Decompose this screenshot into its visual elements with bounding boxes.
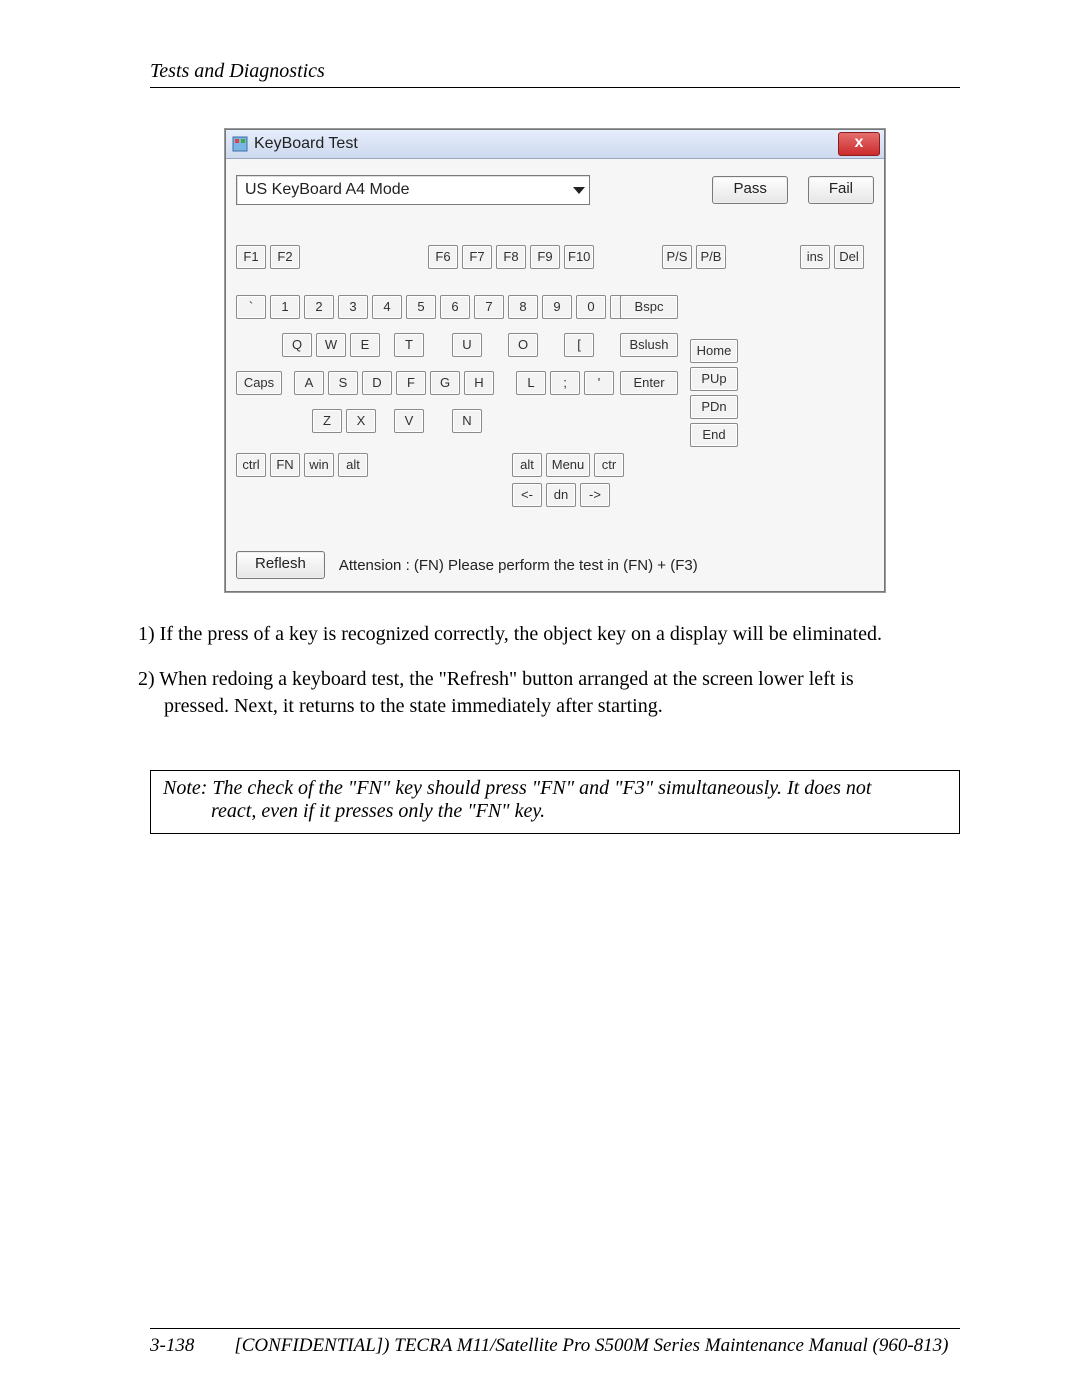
- keyboard-mode-select[interactable]: US KeyBoard A4 Mode: [236, 175, 590, 205]
- key-f6[interactable]: F6: [428, 245, 458, 269]
- section-header: Tests and Diagnostics: [150, 60, 960, 83]
- key-1[interactable]: 1: [270, 295, 300, 319]
- key-f10[interactable]: F10: [564, 245, 594, 269]
- paragraph-2: 2) When redoing a keyboard test, the "Re…: [138, 666, 960, 720]
- page-number: 3-138: [150, 1335, 194, 1357]
- footer-book-title: [CONFIDENTIAL]) TECRA M11/Satellite Pro …: [234, 1335, 948, 1357]
- key-0[interactable]: 0: [576, 295, 606, 319]
- titlebar: KeyBoard Test x: [226, 130, 884, 159]
- key-bspc[interactable]: Bspc: [620, 295, 678, 319]
- key-e[interactable]: E: [350, 333, 380, 357]
- paragraph-1: 1) If the press of a key is recognized c…: [138, 621, 960, 648]
- key-ctrl-left[interactable]: ctrl: [236, 453, 266, 477]
- key-f7[interactable]: F7: [462, 245, 492, 269]
- key-fn[interactable]: FN: [270, 453, 300, 477]
- key-end[interactable]: End: [690, 423, 738, 447]
- key-a[interactable]: A: [294, 371, 324, 395]
- key-win[interactable]: win: [304, 453, 334, 477]
- attention-text: Attension : (FN) Please perform the test…: [339, 557, 698, 574]
- key-right-arrow[interactable]: ->: [580, 483, 610, 507]
- note-line2: react, even if it presses only the "FN" …: [163, 800, 947, 823]
- keyboard-test-window: KeyBoard Test x US KeyBoard A4 Mode Pass…: [225, 129, 885, 592]
- key-f2[interactable]: F2: [270, 245, 300, 269]
- key-enter[interactable]: Enter: [620, 371, 678, 395]
- key-ctrl-right[interactable]: ctr: [594, 453, 624, 477]
- close-button[interactable]: x: [838, 132, 880, 156]
- note-box: Note: The check of the "FN" key should p…: [150, 770, 960, 834]
- key-o[interactable]: O: [508, 333, 538, 357]
- key-q[interactable]: Q: [282, 333, 312, 357]
- key-v[interactable]: V: [394, 409, 424, 433]
- section-rule: [150, 87, 960, 88]
- key-home[interactable]: Home: [690, 339, 738, 363]
- key-d[interactable]: D: [362, 371, 392, 395]
- key-n[interactable]: N: [452, 409, 482, 433]
- key-ins[interactable]: ins: [800, 245, 830, 269]
- key-pb[interactable]: P/B: [696, 245, 726, 269]
- fail-button[interactable]: Fail: [808, 176, 874, 204]
- key-5[interactable]: 5: [406, 295, 436, 319]
- page-footer: 3-138 [CONFIDENTIAL]) TECRA M11/Satellit…: [150, 1328, 960, 1357]
- key-8[interactable]: 8: [508, 295, 538, 319]
- key-f1[interactable]: F1: [236, 245, 266, 269]
- key-alt-left[interactable]: alt: [338, 453, 368, 477]
- key-backtick[interactable]: `: [236, 295, 266, 319]
- key-u[interactable]: U: [452, 333, 482, 357]
- app-icon: [232, 136, 248, 152]
- key-pdn[interactable]: PDn: [690, 395, 738, 419]
- key-del[interactable]: Del: [834, 245, 864, 269]
- reflesh-button[interactable]: Reflesh: [236, 551, 325, 579]
- body-text: 1) If the press of a key is recognized c…: [138, 621, 960, 720]
- key-4[interactable]: 4: [372, 295, 402, 319]
- key-down-arrow[interactable]: dn: [546, 483, 576, 507]
- note-line1: Note: The check of the "FN" key should p…: [163, 777, 871, 799]
- key-alt-right[interactable]: alt: [512, 453, 542, 477]
- key-f8[interactable]: F8: [496, 245, 526, 269]
- key-x[interactable]: X: [346, 409, 376, 433]
- key-7[interactable]: 7: [474, 295, 504, 319]
- key-ps[interactable]: P/S: [662, 245, 692, 269]
- key-pup[interactable]: PUp: [690, 367, 738, 391]
- window-title: KeyBoard Test: [254, 130, 358, 158]
- key-3[interactable]: 3: [338, 295, 368, 319]
- key-s[interactable]: S: [328, 371, 358, 395]
- select-value: US KeyBoard A4 Mode: [245, 181, 410, 199]
- footer-rule: [150, 1328, 960, 1329]
- key-lbracket[interactable]: [: [564, 333, 594, 357]
- key-bslush[interactable]: Bslush: [620, 333, 678, 357]
- key-z[interactable]: Z: [312, 409, 342, 433]
- pass-button[interactable]: Pass: [712, 176, 787, 204]
- key-caps[interactable]: Caps: [236, 371, 282, 395]
- key-f[interactable]: F: [396, 371, 426, 395]
- paragraph-2-line1: 2) When redoing a keyboard test, the "Re…: [138, 668, 854, 690]
- key-menu[interactable]: Menu: [546, 453, 590, 477]
- key-l[interactable]: L: [516, 371, 546, 395]
- key-quote[interactable]: ': [584, 371, 614, 395]
- key-9[interactable]: 9: [542, 295, 572, 319]
- chevron-down-icon: [573, 187, 585, 194]
- screenshot-wrapper: KeyBoard Test x US KeyBoard A4 Mode Pass…: [224, 128, 886, 593]
- key-f9[interactable]: F9: [530, 245, 560, 269]
- key-w[interactable]: W: [316, 333, 346, 357]
- key-h[interactable]: H: [464, 371, 494, 395]
- key-g[interactable]: G: [430, 371, 460, 395]
- keyboard-area: Esc F1 F2 F6 F7 F8 F9 F10: [236, 245, 874, 545]
- key-2[interactable]: 2: [304, 295, 334, 319]
- key-semicolon[interactable]: ;: [550, 371, 580, 395]
- key-left-arrow[interactable]: <-: [512, 483, 542, 507]
- key-t[interactable]: T: [394, 333, 424, 357]
- key-6[interactable]: 6: [440, 295, 470, 319]
- paragraph-2-line2: pressed. Next, it returns to the state i…: [138, 693, 960, 720]
